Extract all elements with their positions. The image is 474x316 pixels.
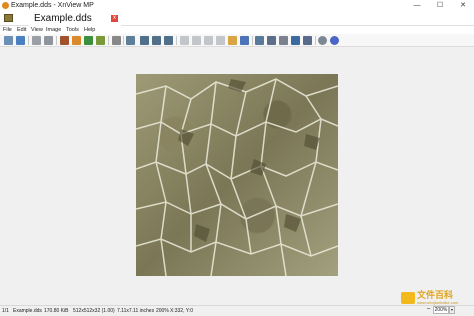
- toolbar: [0, 34, 474, 47]
- zoom-input[interactable]: 200%: [433, 306, 449, 314]
- zoom-dropdown-icon[interactable]: ▾: [449, 306, 455, 314]
- fullscreen-icon[interactable]: [16, 36, 25, 45]
- tab-close-icon[interactable]: x: [111, 15, 118, 22]
- maximize-button[interactable]: ☐: [429, 0, 451, 11]
- separator: [28, 36, 29, 45]
- status-filename: Example.dds: [13, 308, 42, 314]
- title-bar: Example.dds - XnView MP — ☐ ✕: [0, 0, 474, 11]
- save-icon[interactable]: [44, 36, 53, 45]
- separator: [56, 36, 57, 45]
- tab-example-dds[interactable]: Example.dds x: [29, 12, 121, 26]
- tab-bar: Example.dds x: [0, 11, 474, 26]
- menu-view[interactable]: View: [31, 26, 43, 34]
- texture-image: [136, 74, 338, 276]
- zoom-out-button[interactable]: −: [425, 306, 432, 314]
- adjust-icon[interactable]: [279, 36, 288, 45]
- tab-label: Example.dds: [34, 13, 92, 24]
- zoom-out-icon[interactable]: [152, 36, 161, 45]
- separator: [252, 36, 253, 45]
- browser-icon[interactable]: [4, 36, 13, 45]
- menu-tools[interactable]: Tools: [66, 26, 79, 34]
- browser-tab-icon[interactable]: [4, 14, 13, 22]
- zoom-100-icon[interactable]: [164, 36, 173, 45]
- stone-pattern: [136, 78, 338, 276]
- status-physical-size: 7.11x7.11 inches: [117, 308, 155, 314]
- status-filesize: 170.80 KiB: [44, 308, 69, 314]
- help-icon[interactable]: [330, 36, 339, 45]
- status-zoom: 200%: [156, 308, 169, 314]
- menu-help[interactable]: Help: [84, 26, 95, 34]
- watermark-text: 文件百科: [417, 290, 454, 300]
- status-coords: X:332, Y:0: [170, 308, 193, 314]
- capture-icon[interactable]: [303, 36, 312, 45]
- separator: [108, 36, 109, 45]
- menu-file[interactable]: File: [3, 26, 12, 34]
- status-index: 1/1: [2, 308, 9, 314]
- slideshow-icon[interactable]: [72, 36, 81, 45]
- effects-icon[interactable]: [291, 36, 300, 45]
- zoom-fit-icon[interactable]: [126, 36, 135, 45]
- separator: [123, 36, 124, 45]
- histogram-icon[interactable]: [112, 36, 121, 45]
- watermark: 文件百科 www.wenjianbaike.com: [401, 290, 467, 306]
- menu-bar: File Edit View Image Tools Help: [0, 26, 474, 34]
- web-icon[interactable]: [84, 36, 93, 45]
- app-icon: [2, 2, 9, 9]
- watermark-logo-icon: [401, 292, 415, 304]
- window-title: Example.dds - XnView MP: [11, 2, 94, 9]
- menu-image[interactable]: Image: [46, 26, 61, 34]
- zoom-in-icon[interactable]: [140, 36, 149, 45]
- crop-icon[interactable]: [255, 36, 264, 45]
- rotate-right-icon[interactable]: [240, 36, 249, 45]
- resize-icon[interactable]: [267, 36, 276, 45]
- last-icon[interactable]: [216, 36, 225, 45]
- settings-icon[interactable]: [318, 36, 327, 45]
- status-bar: 1/1 Example.dds 170.80 KiB 512x512x32 (1…: [0, 305, 474, 316]
- separator: [176, 36, 177, 45]
- next-icon[interactable]: [192, 36, 201, 45]
- close-button[interactable]: ✕: [452, 0, 474, 11]
- prev-icon[interactable]: [180, 36, 189, 45]
- status-dimensions: 512x512x32 (1.00): [73, 308, 115, 314]
- menu-edit[interactable]: Edit: [17, 26, 26, 34]
- refresh-icon[interactable]: [96, 36, 105, 45]
- rotate-left-icon[interactable]: [228, 36, 237, 45]
- print-icon[interactable]: [60, 36, 69, 45]
- image-viewer-canvas[interactable]: [0, 47, 474, 305]
- minimize-button[interactable]: —: [406, 0, 428, 11]
- separator: [315, 36, 316, 45]
- open-icon[interactable]: [32, 36, 41, 45]
- first-icon[interactable]: [204, 36, 213, 45]
- watermark-subtext: www.wenjianbaike.com: [417, 300, 459, 305]
